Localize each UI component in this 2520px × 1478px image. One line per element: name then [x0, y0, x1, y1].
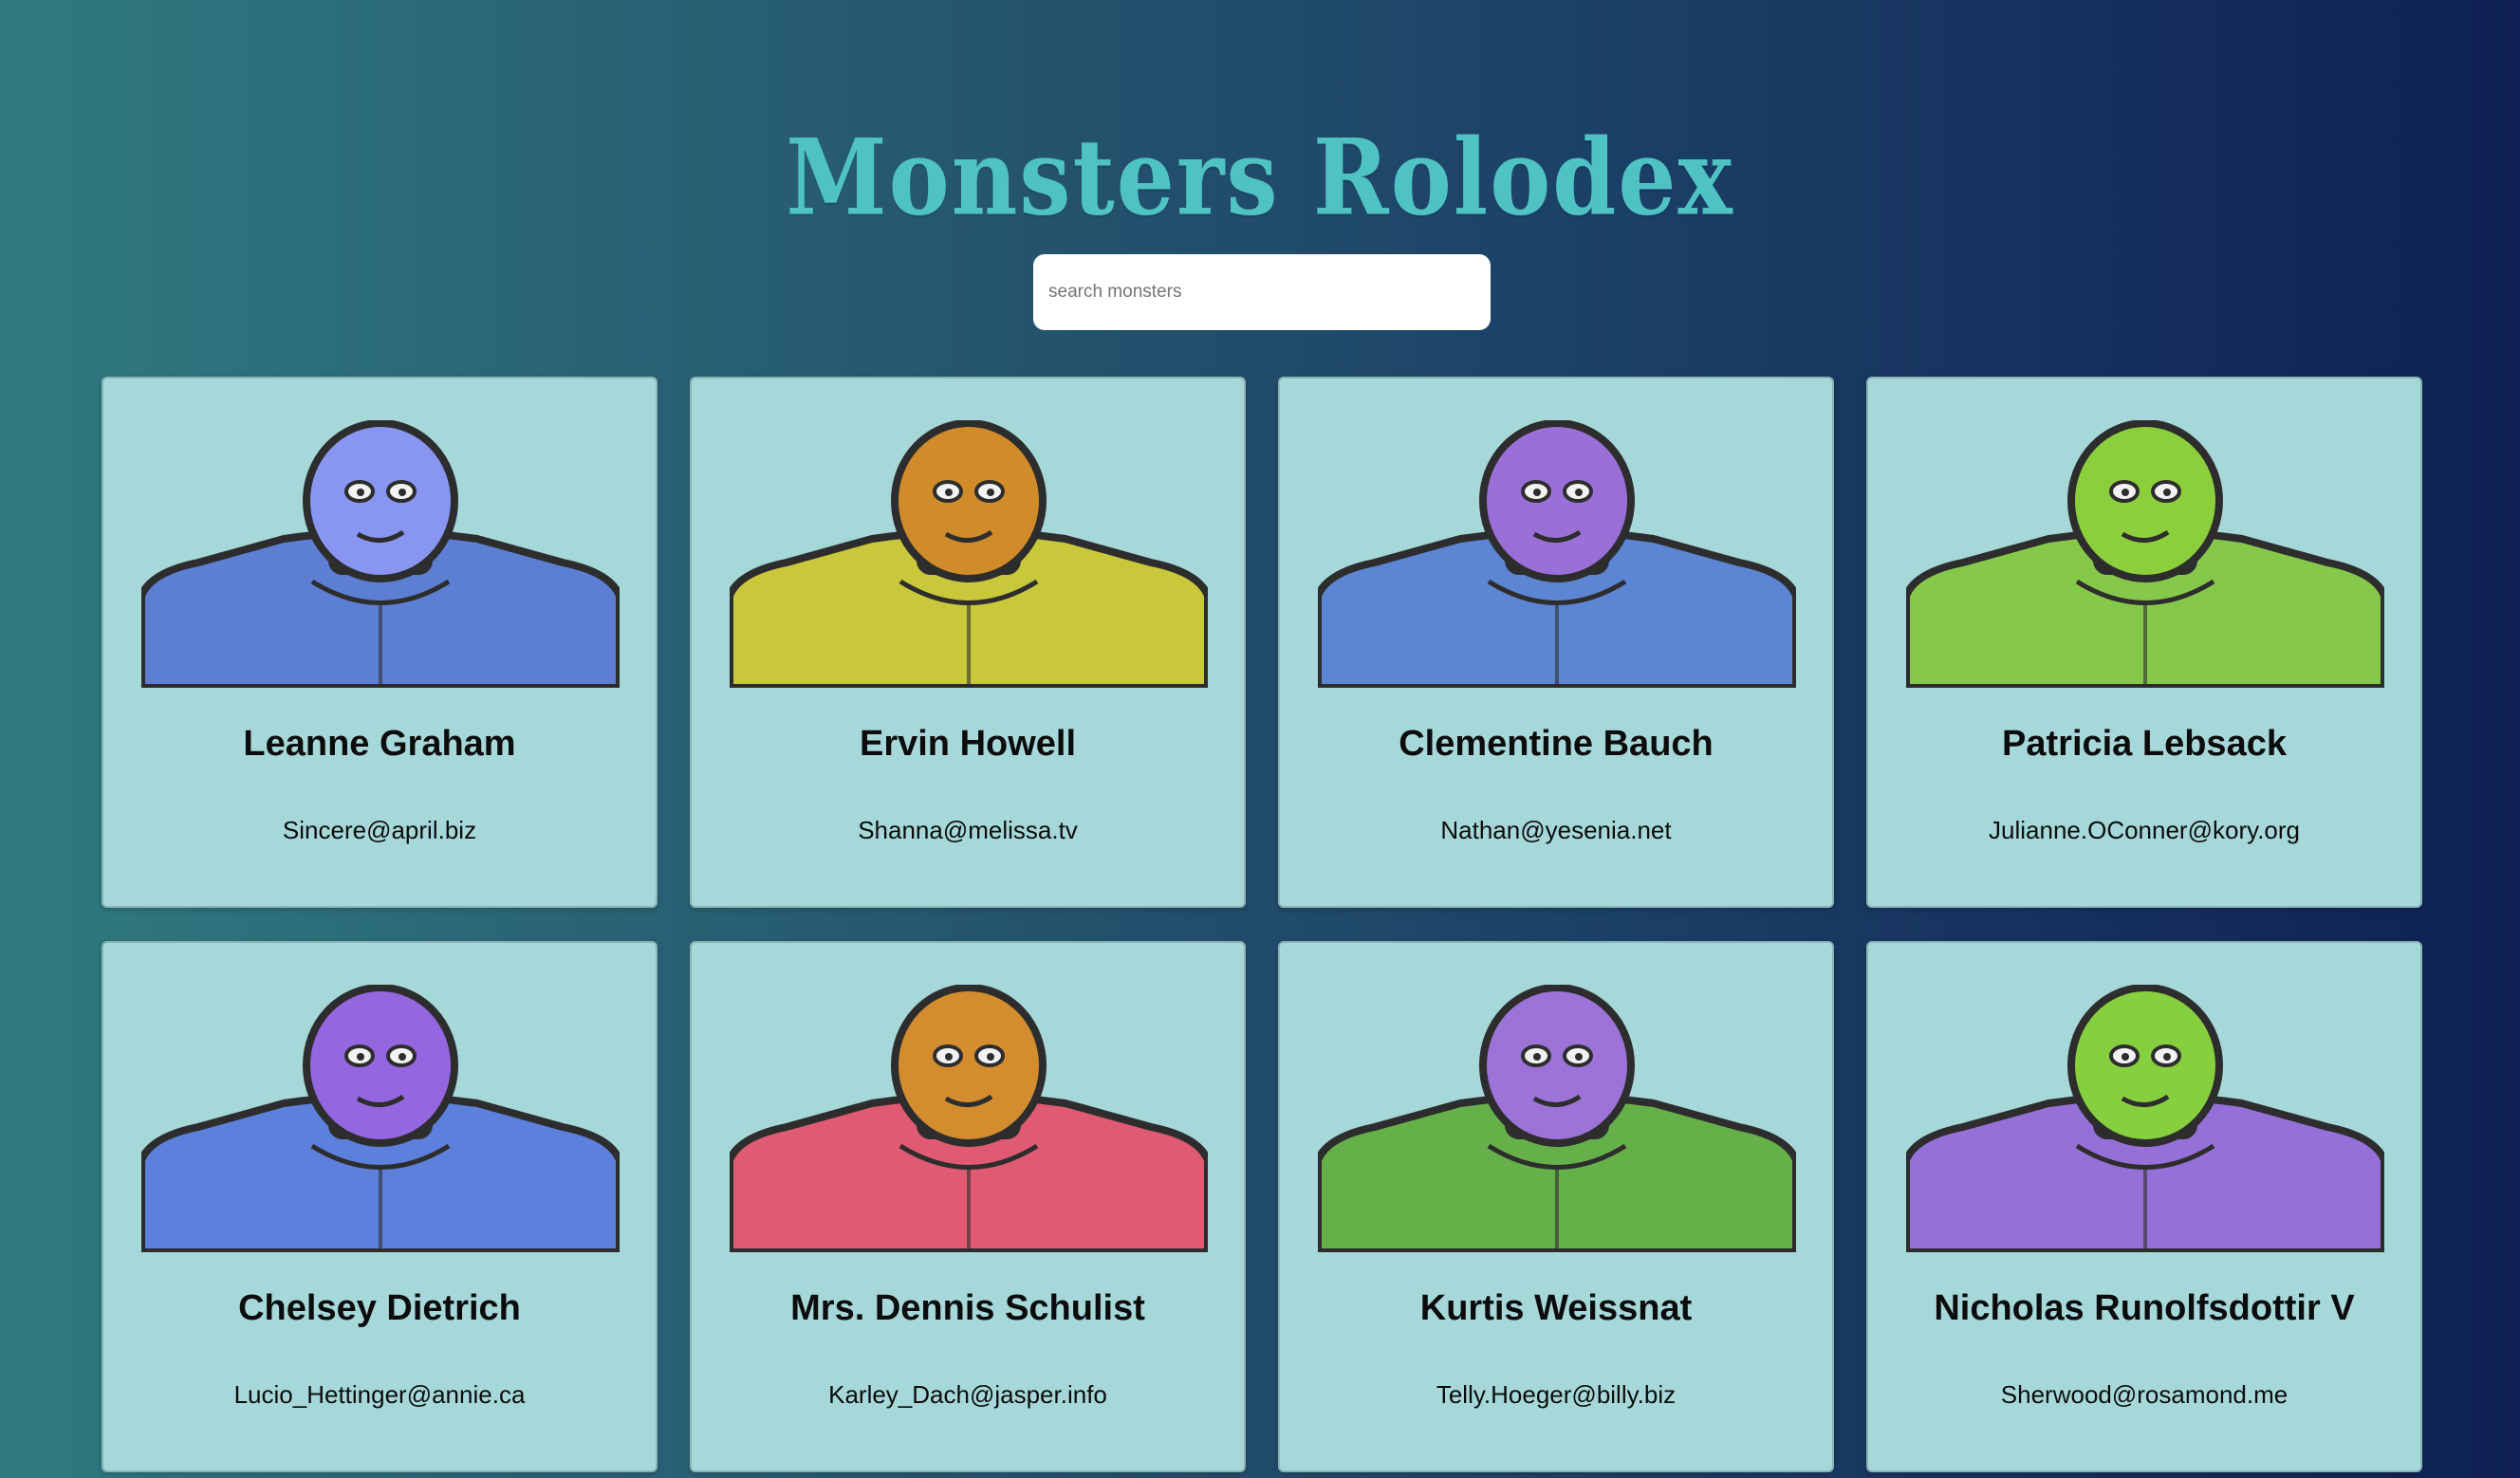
monster-name: Ervin Howell	[859, 724, 1077, 764]
monster-name: Mrs. Dennis Schulist	[790, 1288, 1145, 1328]
monster-email: Sherwood@rosamond.me	[2000, 1380, 2288, 1409]
monster-card[interactable]: Ervin Howell Shanna@melissa.tv	[690, 377, 1246, 908]
monster-name: Kurtis Weissnat	[1419, 1288, 1693, 1328]
monster-email: Karley_Dach@jasper.info	[828, 1380, 1107, 1409]
monster-card[interactable]: Kurtis Weissnat Telly.Hoeger@billy.biz	[1278, 941, 1834, 1472]
monster-card[interactable]: Mrs. Dennis Schulist Karley_Dach@jasper.…	[690, 941, 1246, 1472]
monster-name: Patricia Lebsack	[2002, 724, 2287, 764]
search-input[interactable]	[1033, 254, 1491, 330]
monster-name: Chelsey Dietrich	[238, 1288, 521, 1328]
antenna-monster-icon	[730, 985, 1208, 1252]
monster-card[interactable]: Nicholas Runolfsdottir V Sherwood@rosamo…	[1866, 941, 2422, 1472]
monster-card[interactable]: Chelsey Dietrich Lucio_Hettinger@annie.c…	[102, 941, 658, 1472]
robot-monster-icon	[1906, 985, 2384, 1252]
monster-card[interactable]: Leanne Graham Sincere@april.biz	[102, 377, 658, 908]
monster-email: Nathan@yesenia.net	[1440, 816, 1672, 844]
monster-email: Julianne.OConner@kory.org	[1989, 816, 2300, 844]
monster-name: Nicholas Runolfsdottir V	[1934, 1288, 2355, 1328]
card-list: Leanne Graham Sincere@april.biz Ervin Ho…	[102, 377, 2422, 1472]
horned-monster-icon	[141, 420, 620, 688]
monster-email: Lucio_Hettinger@annie.ca	[233, 1380, 526, 1409]
smiling-monster-icon	[730, 420, 1208, 688]
monster-email: Shanna@melissa.tv	[858, 816, 1078, 844]
monster-card[interactable]: Clementine Bauch Nathan@yesenia.net	[1278, 377, 1834, 908]
monster-name: Leanne Graham	[243, 724, 516, 764]
monster-card[interactable]: Patricia Lebsack Julianne.OConner@kory.o…	[1866, 377, 2422, 908]
app-title: Monsters Rolodex	[786, 116, 1734, 240]
monster-name: Clementine Bauch	[1399, 724, 1714, 764]
robot-monster-icon	[141, 985, 620, 1252]
monster-email: Telly.Hoeger@billy.biz	[1436, 1380, 1677, 1409]
cyclops-monster-icon	[1318, 420, 1796, 688]
monster-email: Sincere@april.biz	[282, 816, 477, 844]
helmet-monster-icon	[1906, 420, 2384, 688]
horn-monster-icon	[1318, 985, 1796, 1252]
